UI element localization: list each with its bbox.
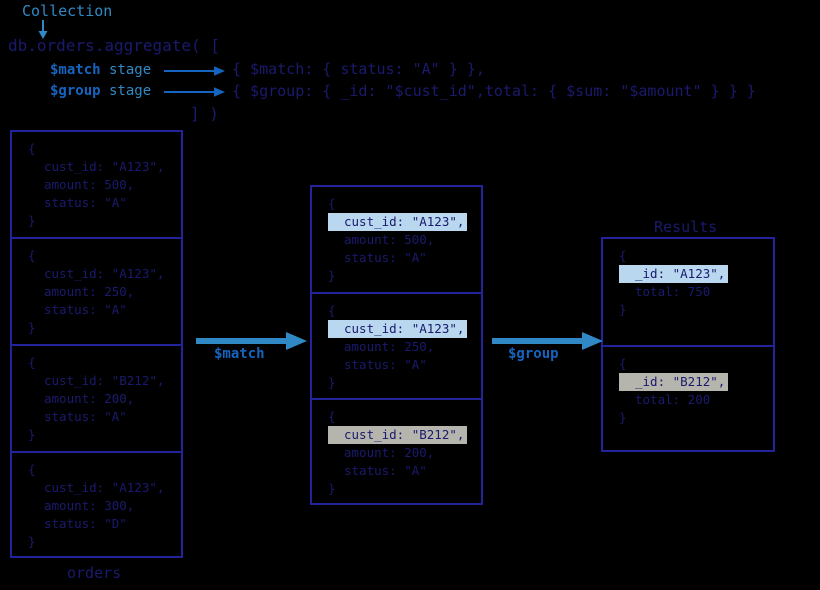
- document-field-line: {: [619, 248, 627, 263]
- document-field-line: status: "A": [44, 409, 127, 424]
- orders-column-caption: orders: [67, 564, 122, 582]
- document-field-line: }: [328, 268, 336, 283]
- document-card: { cust_id: "A123", amount: 500, status: "A"…: [12, 132, 181, 239]
- match-output-column: {cust_id: "A123", amount: 500, status: "A"…: [310, 185, 483, 505]
- document-field-line: {: [28, 141, 36, 156]
- document-field-line: amount: 500,: [344, 232, 435, 247]
- match-arrow-label: $match: [214, 346, 265, 362]
- group-stage-word: stage: [100, 83, 152, 99]
- document-card: {_id: "B212", total: 200}: [603, 347, 773, 455]
- document-field-line: {: [28, 462, 36, 477]
- document-field-line: }: [28, 427, 36, 442]
- document-field-line: total: 750: [635, 284, 711, 299]
- document-field-line: status: "A": [344, 463, 427, 479]
- document-card: {cust_id: "B212", amount: 200, status: "A"…: [312, 400, 481, 507]
- diagram-canvas: Collection db.orders.aggregate( [ $match…: [0, 0, 820, 590]
- document-field-line: cust_id: "A123",: [328, 319, 468, 338]
- document-field-line: status: "A": [344, 250, 427, 265]
- group-arrow-label: $group: [508, 346, 559, 362]
- document-field-line: cust_id: "A123",: [44, 480, 165, 495]
- document-field-line: amount: 500,: [44, 177, 135, 192]
- group-stage-sigil: $group: [50, 83, 101, 99]
- document-field-line: }: [28, 320, 36, 335]
- pipeline-group-expression: { $group: { _id: "$cust_id",total: { $su…: [232, 82, 756, 100]
- document-field-line: cust_id: "A123",: [44, 266, 165, 281]
- document-field-line: status: "A": [344, 356, 427, 372]
- document-field-line: amount: 200,: [344, 445, 435, 461]
- document-field-line: total: 200: [635, 391, 711, 407]
- document-card: { cust_id: "B212", amount: 200, status: "A"…: [12, 346, 181, 453]
- aggregate-query-line: db.orders.aggregate( [: [8, 36, 220, 55]
- document-field-line: cust_id: "B212",: [328, 426, 468, 445]
- document-field-line: _id: "B212",: [619, 372, 729, 391]
- document-card: { _id: "A123", total: 750}: [603, 239, 773, 347]
- document-field-line: amount: 200,: [44, 391, 135, 406]
- results-column: {_id: "A123", total: 750}{_id: "B212", tot…: [601, 237, 775, 452]
- document-field-line: amount: 250,: [44, 284, 135, 299]
- document-field-line: }: [328, 374, 336, 390]
- document-field-line: }: [328, 481, 336, 497]
- document-field-line: cust_id: "B212",: [44, 373, 165, 388]
- orders-collection-column: { cust_id: "A123", amount: 500, status: "A"…: [10, 130, 183, 558]
- aggregate-query-close: ] ): [190, 104, 219, 123]
- document-card: {cust_id: "A123", amount: 250, status: "A"…: [312, 294, 481, 401]
- document-field-line: {: [619, 355, 627, 371]
- document-field-line: _id: "A123",: [619, 265, 729, 283]
- document-field-line: {: [28, 355, 36, 370]
- match-stage-label: $match stage: [50, 63, 151, 77]
- document-card: { cust_id: "A123", amount: 500, status: "A"…: [312, 187, 481, 294]
- collection-label: Collection: [22, 2, 113, 20]
- document-field-line: status: "A": [44, 195, 127, 210]
- document-field-line: }: [28, 213, 36, 228]
- document-field-line: {: [328, 302, 336, 318]
- document-field-line: {: [28, 248, 36, 263]
- group-stage-label: $group stage: [50, 84, 151, 98]
- document-field-line: }: [28, 534, 36, 549]
- document-field-line: status: "D": [44, 516, 127, 531]
- document-field-line: cust_id: "A123",: [328, 213, 468, 231]
- document-field-line: amount: 250,: [344, 338, 435, 354]
- pipeline-match-expression: { $match: { status: "A" } },: [232, 60, 485, 78]
- match-stage-word: stage: [100, 62, 152, 78]
- document-field-line: amount: 300,: [44, 498, 135, 513]
- document-field-line: {: [328, 196, 336, 211]
- document-card: { cust_id: "A123", amount: 300, status: "D"…: [12, 453, 181, 560]
- results-column-caption: Results: [654, 218, 718, 236]
- document-field-line: cust_id: "A123",: [44, 159, 165, 174]
- match-stage-connector-arrow-icon: [164, 66, 225, 76]
- match-stage-sigil: $match: [50, 62, 101, 78]
- document-field-line: }: [619, 409, 627, 425]
- document-field-line: }: [619, 302, 627, 317]
- document-card: { cust_id: "A123", amount: 250, status: "A"…: [12, 239, 181, 346]
- group-stage-connector-arrow-icon: [164, 87, 225, 97]
- document-field-line: {: [328, 409, 336, 425]
- document-field-line: status: "A": [44, 302, 127, 317]
